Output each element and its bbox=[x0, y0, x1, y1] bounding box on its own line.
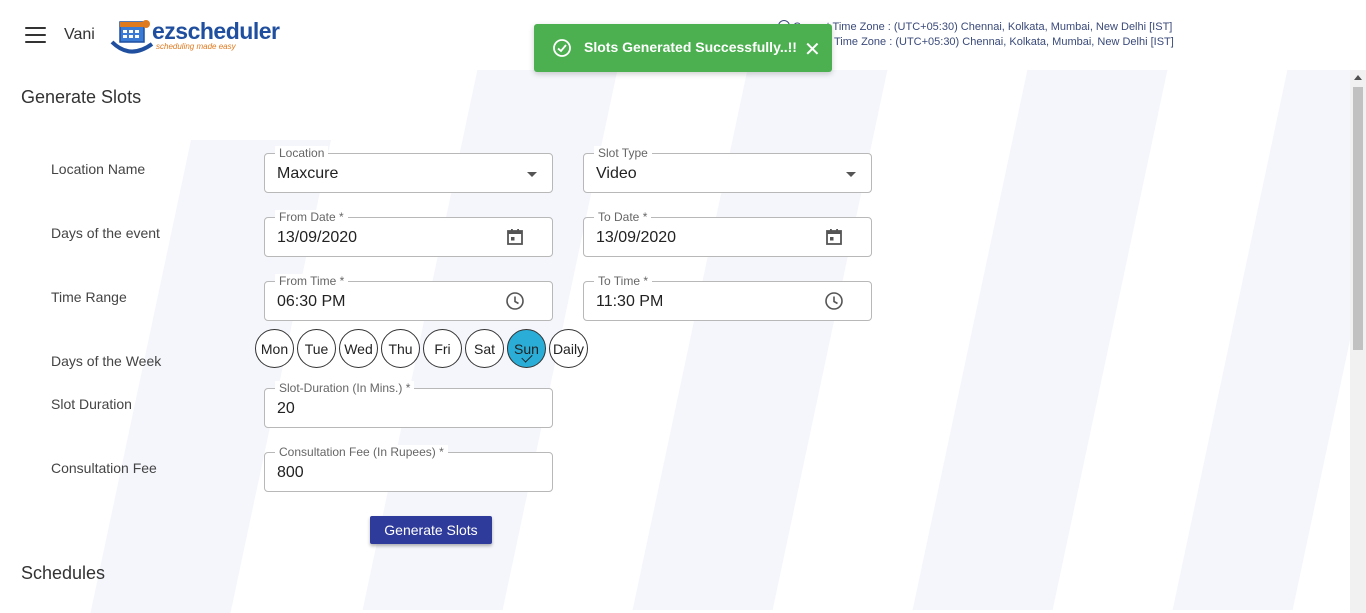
from-date-input[interactable]: From Date * 13/09/2020 bbox=[264, 210, 553, 257]
day-toggle-daily[interactable]: Daily bbox=[549, 329, 588, 368]
toast-message: Slots Generated Successfully..!! bbox=[584, 39, 797, 55]
clock-icon[interactable] bbox=[824, 291, 844, 311]
days-of-week-label: Days of the Week bbox=[51, 353, 162, 369]
calendar-logo-icon bbox=[110, 20, 154, 54]
day-toggle-tue[interactable]: Tue bbox=[297, 329, 336, 368]
calendar-icon[interactable] bbox=[824, 227, 844, 247]
user-name: Vani bbox=[64, 26, 95, 43]
slot-duration-value: 20 bbox=[277, 400, 295, 417]
consultation-fee-value: 800 bbox=[277, 464, 304, 481]
to-date-value: 13/09/2020 bbox=[596, 229, 677, 246]
day-toggle-thu[interactable]: Thu bbox=[381, 329, 420, 368]
day-toggle-sat[interactable]: Sat bbox=[465, 329, 504, 368]
consultation-fee-field-label: Consultation Fee (In Rupees) * bbox=[275, 445, 448, 459]
slot-type-value: Video bbox=[596, 165, 637, 182]
days-of-event-label: Days of the event bbox=[51, 225, 160, 241]
time-range-label: Time Range bbox=[51, 289, 127, 305]
current-timezone: Current Time Zone : (UTC+05:30) Chennai,… bbox=[778, 20, 1172, 33]
slot-type-field-label: Slot Type bbox=[594, 146, 652, 160]
slot-duration-label: Slot Duration bbox=[51, 396, 132, 412]
day-toggle-sun[interactable]: Sun bbox=[507, 329, 546, 368]
from-time-field-label: From Time * bbox=[275, 274, 349, 288]
location-select[interactable]: Location Maxcure bbox=[264, 146, 553, 193]
generate-slots-button[interactable]: Generate Slots bbox=[370, 516, 492, 544]
close-icon[interactable]: ✕ bbox=[804, 37, 821, 62]
day-label: Fri bbox=[434, 340, 451, 357]
success-toast: Slots Generated Successfully..!! ✕ bbox=[534, 24, 832, 72]
check-circle-icon bbox=[553, 39, 571, 57]
location-name-label: Location Name bbox=[51, 161, 146, 177]
day-label: Wed bbox=[344, 340, 373, 357]
consultation-fee-label: Consultation Fee bbox=[51, 460, 157, 476]
day-label: Mon bbox=[260, 340, 289, 357]
generate-slots-title: Generate Slots bbox=[21, 87, 142, 107]
day-toggle-fri[interactable]: Fri bbox=[423, 329, 462, 368]
from-time-value: 06:30 PM bbox=[277, 293, 346, 310]
slot-duration-field-label: Slot-Duration (In Mins.) * bbox=[275, 381, 415, 395]
from-date-value: 13/09/2020 bbox=[277, 229, 358, 246]
timezone: Time Zone : (UTC+05:30) Chennai, Kolkata… bbox=[834, 36, 1174, 48]
day-label: Sat bbox=[473, 340, 495, 357]
page-scrollbar[interactable] bbox=[1350, 70, 1366, 613]
day-label: Thu bbox=[388, 340, 413, 357]
from-date-field-label: From Date * bbox=[275, 210, 348, 224]
to-date-field-label: To Date * bbox=[594, 210, 652, 224]
day-label: Daily bbox=[552, 340, 585, 357]
to-time-field-label: To Time * bbox=[594, 274, 653, 288]
to-date-input[interactable]: To Date * 13/09/2020 bbox=[583, 210, 872, 257]
day-toggle-mon[interactable]: Mon bbox=[255, 329, 294, 368]
to-time-input[interactable]: To Time * 11:30 PM bbox=[583, 274, 872, 321]
slot-type-select[interactable]: Slot Type Video bbox=[583, 146, 872, 193]
chevron-down-icon[interactable] bbox=[846, 172, 856, 177]
clock-icon[interactable] bbox=[505, 291, 525, 311]
to-time-value: 11:30 PM bbox=[596, 293, 664, 310]
slot-duration-input[interactable]: Slot-Duration (In Mins.) * 20 bbox=[264, 381, 553, 428]
scroll-up-arrow-icon[interactable] bbox=[1354, 75, 1362, 80]
location-field-label: Location bbox=[275, 146, 329, 160]
logo-wordmark: ezscheduler bbox=[152, 18, 280, 44]
location-value: Maxcure bbox=[277, 165, 339, 182]
schedules-title: Schedules bbox=[21, 563, 106, 583]
hamburger-menu-icon[interactable] bbox=[25, 27, 46, 43]
from-time-input[interactable]: From Time * 06:30 PM bbox=[264, 274, 553, 321]
day-toggle-wed[interactable]: Wed bbox=[339, 329, 378, 368]
background-pattern bbox=[0, 70, 1350, 613]
ezscheduler-logo[interactable]: ezscheduler scheduling made easy bbox=[110, 16, 280, 56]
day-label: Tue bbox=[304, 340, 329, 357]
logo-tagline: scheduling made easy bbox=[156, 42, 236, 51]
calendar-icon[interactable] bbox=[505, 227, 525, 247]
consultation-fee-input[interactable]: Consultation Fee (In Rupees) * 800 bbox=[264, 445, 553, 492]
chevron-down-icon[interactable] bbox=[527, 172, 537, 177]
scrollbar-thumb[interactable] bbox=[1353, 87, 1363, 350]
